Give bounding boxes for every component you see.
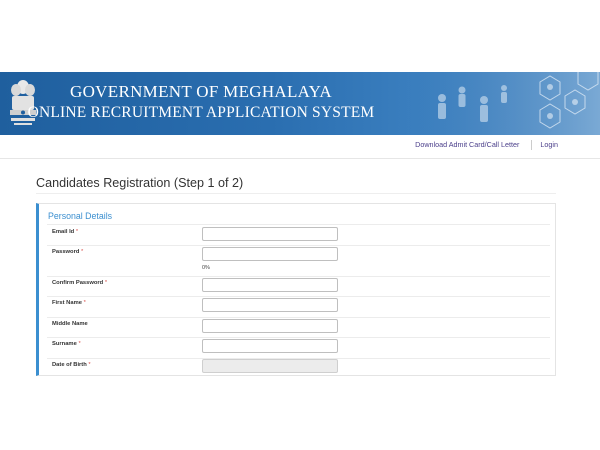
required-marker: *: [75, 229, 79, 235]
middle-name-field[interactable]: [202, 319, 338, 333]
middle-name-row: Middle Name: [47, 317, 550, 338]
password-label: Password *: [52, 249, 84, 255]
page-title: Candidates Registration (Step 1 of 2): [36, 176, 244, 190]
first-name-row: First Name *: [47, 296, 550, 318]
required-marker: *: [88, 362, 91, 368]
first-name-field[interactable]: [202, 298, 338, 312]
banner-title-line1: GOVERNMENT OF MEGHALAYA: [70, 82, 332, 101]
password-strength: 0%: [202, 265, 210, 271]
email-field[interactable]: [202, 227, 338, 241]
nav-divider: [0, 158, 600, 159]
dob-label: Date of Birth *: [52, 362, 91, 368]
email-label: Email Id *: [52, 229, 79, 235]
first-name-label: First Name *: [52, 300, 86, 306]
surname-field[interactable]: [202, 339, 338, 353]
nav-separator: [531, 140, 533, 151]
required-marker: *: [78, 341, 81, 347]
password-row: Password * 0%: [47, 245, 550, 277]
required-marker: *: [83, 300, 86, 306]
surname-label: Surname *: [52, 341, 81, 347]
header-banner: GOVERNMENT OF MEGHALAYA ONLINE RECRUITME…: [0, 72, 600, 135]
top-nav: Download Admit Card/Call Letter Login: [415, 140, 558, 151]
password-field[interactable]: [202, 247, 338, 261]
banner-decoration: [400, 72, 600, 135]
middle-name-label: Middle Name: [52, 321, 88, 327]
required-marker: *: [104, 280, 108, 286]
panel-title: Personal Details: [48, 211, 113, 221]
required-marker: *: [81, 249, 84, 255]
banner-title-line2: ONLINE RECRUITMENT APPLICATION SYSTEM: [27, 104, 375, 121]
confirm-password-row: Confirm Password *: [47, 276, 550, 297]
dob-field[interactable]: [202, 359, 338, 373]
email-row: Email Id *: [47, 225, 550, 246]
login-link[interactable]: Login: [540, 140, 558, 149]
surname-row: Surname *: [47, 337, 550, 359]
title-divider: [36, 193, 556, 194]
dob-row: Date of Birth *: [47, 358, 550, 376]
download-admit-card-link[interactable]: Download Admit Card/Call Letter: [415, 140, 519, 149]
confirm-password-field[interactable]: [202, 278, 338, 292]
personal-details-panel: Personal Details Email Id * Password * 0…: [36, 203, 556, 376]
confirm-password-label: Confirm Password *: [52, 280, 108, 286]
